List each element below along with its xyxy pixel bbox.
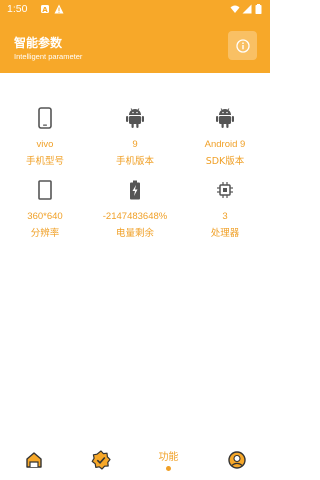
nav-home[interactable] [0,440,67,480]
svg-text:A: A [42,6,48,14]
param-label: 处理器 [210,228,240,239]
badge-check-icon [91,450,111,470]
screen-icon [35,178,55,202]
signal-icon [242,4,252,14]
param-value: -2147483648% [102,211,168,222]
param-label: 分辨率 [30,228,60,239]
param-label: 手机版本 [115,156,154,167]
param-value: Android 9 [204,139,246,150]
param-value: 3 [222,211,228,222]
profile-icon [227,451,246,469]
param-value: 9 [132,139,138,150]
android-icon [125,106,145,130]
page-subtitle: Intelligent parameter [14,52,83,61]
cpu-icon [215,178,235,202]
bottom-nav: 功能 [0,440,270,480]
warning-icon [54,4,64,14]
notification-a-icon: A [41,5,49,14]
param-value: 360*640 [27,211,63,222]
battery-icon [125,178,145,202]
android-icon [215,106,235,130]
nav-badge[interactable] [67,440,134,480]
info-icon [235,38,250,53]
info-button[interactable] [228,31,257,60]
page-title: 智能参数 [14,36,63,50]
app-header: 1:50 A 智能参数 Intelligent parameter [0,0,270,73]
active-indicator [166,466,171,471]
nav-function[interactable]: 功能 [135,440,202,480]
phone-icon [35,106,55,130]
home-icon [25,452,42,468]
status-time: 1:50 [7,3,28,15]
nav-function-label: 功能 [158,452,179,463]
wifi-icon [230,5,240,13]
param-label: 手机型号 [25,156,64,167]
battery-status-icon [255,4,262,14]
param-label: 电量剩余 [115,228,154,239]
nav-profile[interactable] [203,440,270,480]
param-value: vivo [36,139,54,150]
status-bar: 1:50 A [0,0,270,20]
param-label: SDK版本 [205,156,245,167]
